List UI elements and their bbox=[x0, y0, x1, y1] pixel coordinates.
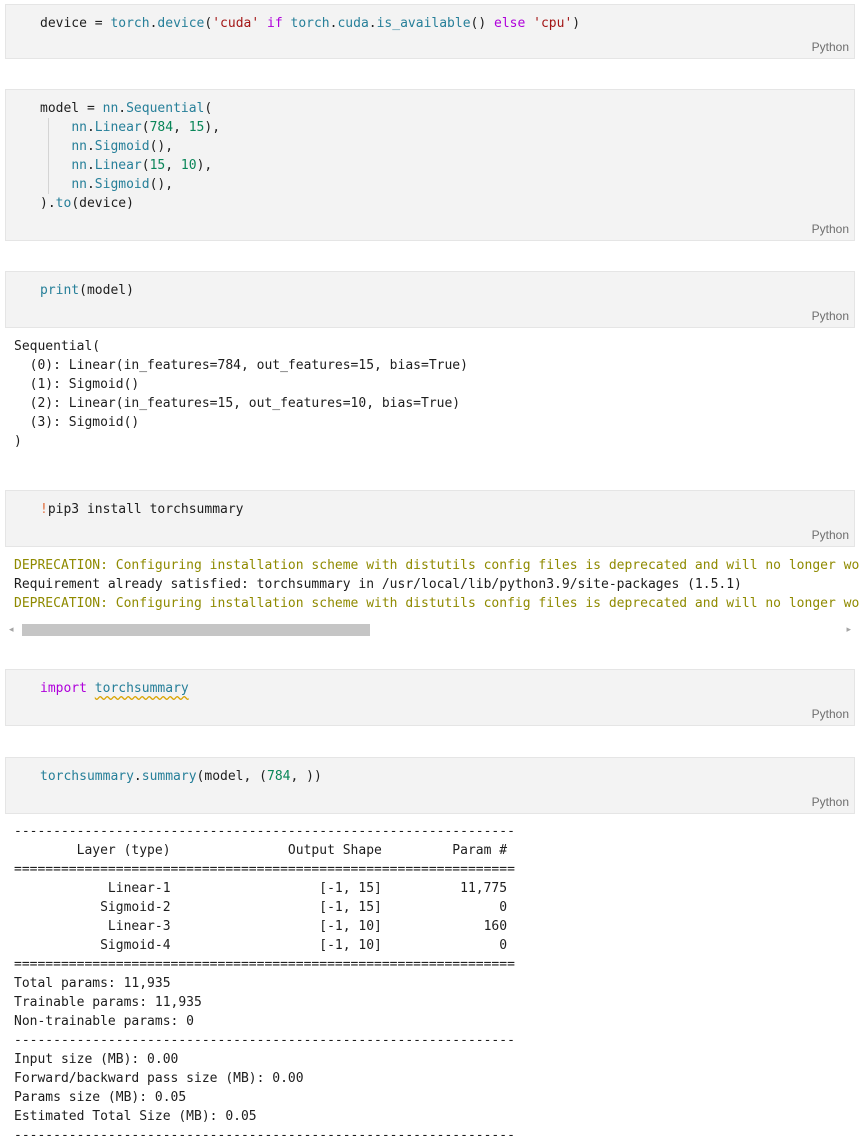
code-token: nn bbox=[102, 101, 119, 116]
cell-output-summary: ----------------------------------------… bbox=[14, 824, 515, 1143]
code-token: if bbox=[267, 16, 283, 31]
code-token: 784 bbox=[267, 769, 291, 784]
code-editor[interactable]: import torchsummary bbox=[40, 679, 189, 698]
code-token: else bbox=[494, 16, 526, 31]
code-token: cuda bbox=[337, 16, 369, 31]
code-token: Sequential bbox=[126, 101, 205, 116]
code-token: 'cuda' bbox=[212, 16, 260, 31]
code-cell-print[interactable]: print(model) Python bbox=[5, 271, 855, 328]
code-token: ! bbox=[40, 502, 48, 517]
code-token: . bbox=[86, 139, 95, 154]
code-cell-model[interactable]: model = nn.Sequential( nn.Linear(784, 15… bbox=[5, 89, 855, 241]
code-token: . bbox=[86, 158, 95, 173]
code-token: nn bbox=[71, 177, 87, 192]
code-cell-summary[interactable]: torchsummary.summary(model, (784, )) Pyt… bbox=[5, 757, 855, 814]
code-token: (model) bbox=[79, 283, 134, 298]
output-deprecation-warning: DEPRECATION: Configuring installation sc… bbox=[14, 558, 860, 573]
code-token: ( bbox=[141, 120, 150, 135]
code-token: . bbox=[133, 769, 142, 784]
scrollbar-thumb[interactable] bbox=[22, 624, 370, 636]
code-token: (), bbox=[149, 177, 174, 192]
code-token: Sigmoid bbox=[94, 139, 150, 154]
code-token: 15 bbox=[188, 120, 205, 135]
code-token: device bbox=[157, 16, 205, 31]
code-token: . bbox=[368, 16, 377, 31]
code-token: summary bbox=[141, 769, 197, 784]
scroll-left-icon[interactable]: ◂ bbox=[9, 623, 14, 637]
code-token: Linear bbox=[94, 120, 142, 135]
code-token: nn bbox=[71, 120, 87, 135]
code-token: ), bbox=[204, 120, 221, 135]
code-token: Sigmoid bbox=[94, 177, 150, 192]
code-token: model = bbox=[40, 101, 103, 116]
code-token: 'cpu' bbox=[533, 16, 573, 31]
code-token: , bbox=[173, 120, 189, 135]
code-editor[interactable]: print(model) bbox=[40, 281, 134, 300]
code-token: torchsummary bbox=[40, 769, 134, 784]
code-token: ) bbox=[572, 16, 581, 31]
cell-language-label[interactable]: Python bbox=[812, 309, 849, 323]
code-token: () bbox=[470, 16, 495, 31]
code-cell-import[interactable]: import torchsummary Python bbox=[5, 669, 855, 726]
code-token: ( bbox=[204, 101, 213, 116]
cell-language-label[interactable]: Python bbox=[812, 795, 849, 809]
code-token: , )) bbox=[290, 769, 322, 784]
code-token: print bbox=[40, 283, 80, 298]
code-token: ), bbox=[196, 158, 213, 173]
cell-output-print-model: Sequential( (0): Linear(in_features=784,… bbox=[14, 339, 468, 449]
cell-language-label[interactable]: Python bbox=[812, 222, 849, 236]
code-token: device = bbox=[40, 16, 111, 31]
code-token-warning[interactable]: torchsummary bbox=[95, 681, 189, 696]
cell-language-label[interactable]: Python bbox=[812, 528, 849, 542]
code-token: import bbox=[40, 681, 87, 696]
cell-language-label[interactable]: Python bbox=[812, 40, 849, 54]
code-editor[interactable]: torchsummary.summary(model, (784, )) bbox=[40, 767, 322, 786]
code-token: ( bbox=[141, 158, 150, 173]
code-token: . bbox=[86, 177, 95, 192]
output-deprecation-warning: DEPRECATION: Configuring installation sc… bbox=[14, 596, 860, 611]
code-token: (device) bbox=[71, 196, 134, 211]
cell-language-label[interactable]: Python bbox=[812, 707, 849, 721]
output-requirement-satisfied: Requirement already satisfied: torchsumm… bbox=[14, 577, 742, 592]
code-token: 784 bbox=[149, 120, 174, 135]
code-token: . bbox=[86, 120, 95, 135]
code-token: 10 bbox=[180, 158, 197, 173]
code-token: (), bbox=[149, 139, 174, 154]
code-token: nn bbox=[71, 139, 87, 154]
code-editor[interactable]: !pip3 install torchsummary bbox=[40, 500, 244, 519]
code-editor[interactable]: device = torch.device('cuda' if torch.cu… bbox=[40, 14, 580, 33]
code-cell-pip-install[interactable]: !pip3 install torchsummary Python bbox=[5, 490, 855, 547]
code-token: . bbox=[118, 101, 127, 116]
output-horizontal-scrollbar[interactable]: ◂ ▸ bbox=[5, 623, 855, 637]
code-token: torch bbox=[110, 16, 150, 31]
code-token: ). bbox=[40, 196, 56, 211]
code-token: torch bbox=[290, 16, 330, 31]
code-token: to bbox=[55, 196, 72, 211]
code-token: nn bbox=[71, 158, 87, 173]
code-token: pip3 install torchsummary bbox=[47, 502, 244, 517]
code-editor[interactable]: model = nn.Sequential( nn.Linear(784, 15… bbox=[40, 99, 220, 213]
code-token: , bbox=[165, 158, 181, 173]
code-token: (model, ( bbox=[196, 769, 267, 784]
scroll-right-icon[interactable]: ▸ bbox=[846, 623, 851, 637]
code-token: Linear bbox=[94, 158, 142, 173]
code-token: 15 bbox=[149, 158, 166, 173]
code-cell-device[interactable]: device = torch.device('cuda' if torch.cu… bbox=[5, 4, 855, 59]
code-token: is_available bbox=[376, 16, 471, 31]
